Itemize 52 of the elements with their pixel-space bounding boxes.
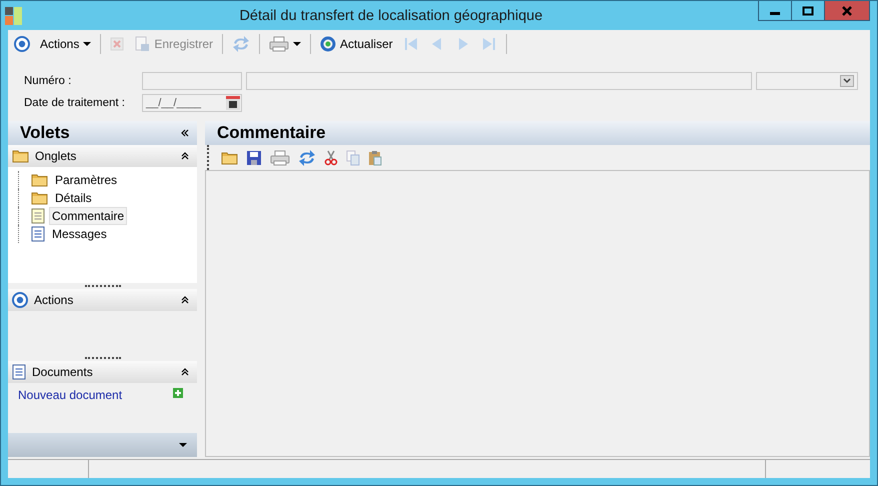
pane-title: Volets — [20, 123, 70, 143]
window-title: Détail du transfert de localisation géographique — [238, 8, 544, 24]
tree-item[interactable]: Commentaire — [49, 207, 128, 225]
delete-icon — [110, 36, 124, 50]
menu-button[interactable]: Actions — [37, 34, 94, 52]
double-chevron-up-icon[interactable] — [181, 152, 189, 160]
add-icon[interactable] — [173, 388, 183, 398]
close-button[interactable] — [824, 1, 870, 21]
caret-icon[interactable] — [179, 443, 187, 447]
number-field[interactable] — [142, 72, 242, 90]
minimize-icon — [770, 12, 780, 15]
maximize-icon — [802, 6, 814, 16]
minimize-button[interactable] — [758, 1, 792, 21]
pane-title: Commentaire — [217, 123, 326, 143]
sync-icon — [232, 36, 250, 52]
paste-icon[interactable] — [368, 150, 382, 166]
document-save-icon — [134, 36, 150, 52]
tree-item[interactable]: Messages — [49, 225, 110, 243]
refresh-button[interactable]: Actualiser — [317, 34, 396, 54]
app-icon — [5, 6, 23, 24]
refresh-icon — [320, 36, 336, 52]
scissors-icon[interactable] — [324, 150, 338, 166]
text-field[interactable] — [246, 72, 752, 90]
target-button[interactable] — [11, 34, 33, 54]
document-icon — [12, 364, 26, 380]
field-label: Numéro : — [24, 75, 72, 87]
new-document-link[interactable]: Nouveau document — [18, 388, 122, 402]
printer-icon — [269, 36, 290, 52]
close-icon — [841, 6, 853, 16]
tree-item[interactable]: Détails — [52, 189, 95, 207]
folder-icon — [12, 149, 29, 163]
sync-icon — [298, 150, 316, 166]
first-icon — [402, 36, 419, 52]
note-icon — [31, 208, 45, 224]
dropdown-field[interactable] — [756, 72, 858, 90]
document-icon — [31, 226, 45, 242]
tree-item[interactable]: Paramètres — [52, 171, 120, 189]
folder-icon — [221, 150, 238, 164]
folder-icon — [31, 191, 48, 205]
folder-icon — [31, 173, 48, 187]
target-icon — [14, 36, 30, 52]
date-field[interactable]: __/__/____ — [142, 94, 242, 112]
calendar-icon[interactable] — [226, 96, 240, 110]
double-chevron-up-icon[interactable] — [181, 368, 189, 376]
target-icon — [12, 292, 28, 308]
double-chevron-up-icon[interactable] — [181, 296, 189, 304]
last-icon — [480, 36, 497, 52]
printer-icon — [270, 150, 290, 166]
save-icon[interactable] — [246, 150, 262, 166]
chevron-down-icon — [840, 75, 854, 87]
double-chevron-left-icon[interactable] — [181, 129, 189, 137]
field-label: Date de traitement : — [24, 97, 126, 109]
